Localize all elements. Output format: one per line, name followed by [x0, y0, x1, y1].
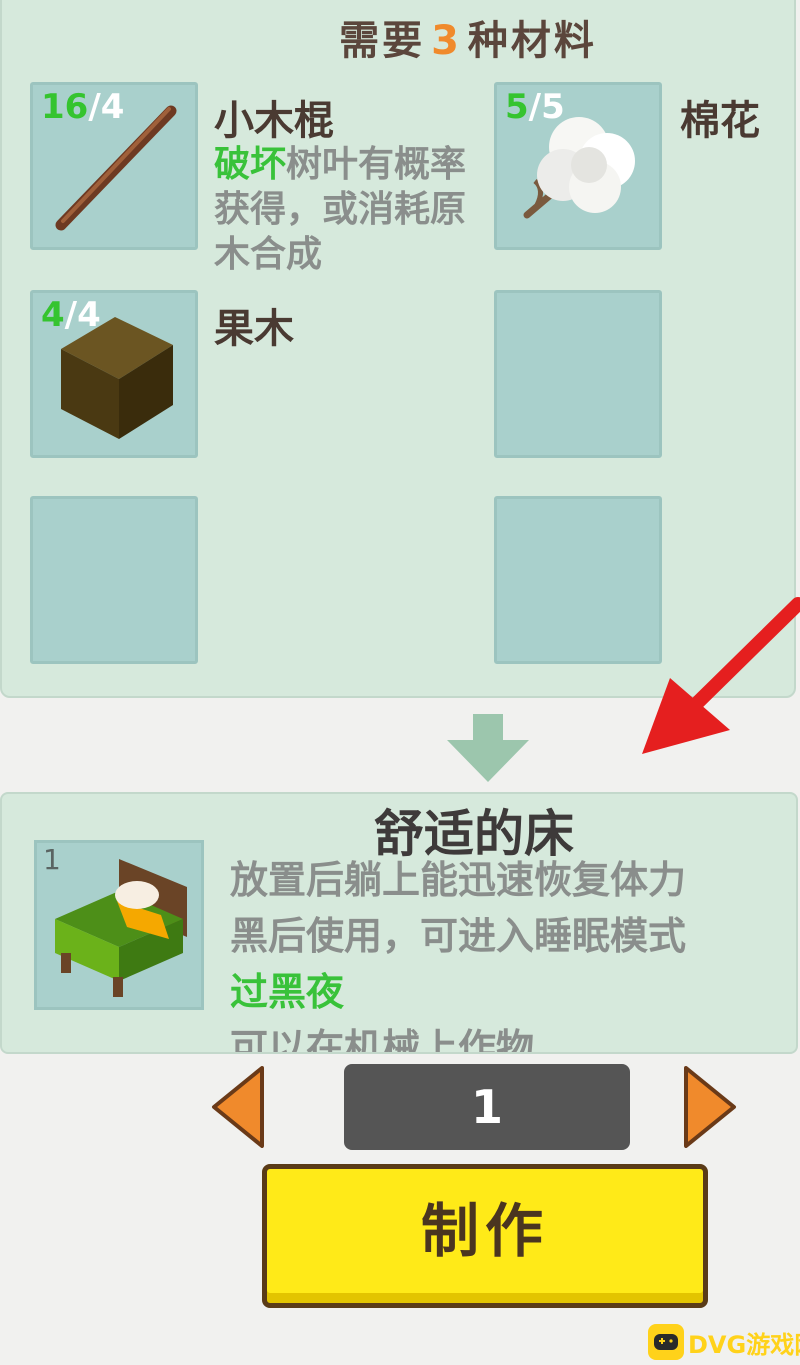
material-slot-stick[interactable]: 16/4: [30, 82, 198, 250]
quantity-increase-button[interactable]: [682, 1066, 738, 1148]
quantity-display[interactable]: 1: [344, 1064, 630, 1150]
material-slot-cotton[interactable]: 5/5: [494, 82, 662, 250]
result-count: 1: [43, 843, 61, 876]
material-description-stick: 破坏树叶有概率获得，或消耗原木合成: [214, 144, 467, 275]
requirement-suffix: 种材料: [467, 18, 597, 64]
empty-material-slot: [494, 290, 662, 458]
result-panel: 舒适的床 1 放置后躺上能迅速恢复体力 黑后使用，可进入睡眠模式 过黑夜 可以在…: [0, 792, 798, 1054]
material-count: 4/4: [41, 295, 101, 335]
requirement-count: 3: [431, 18, 462, 64]
material-name-cotton: 棉花: [680, 98, 760, 144]
annotation-arrow-icon: [642, 597, 800, 754]
watermark-logo: DVG游戏网: [648, 1324, 800, 1360]
gamepad-icon: [648, 1324, 684, 1360]
result-description: 放置后躺上能迅速恢复体力 黑后使用，可进入睡眠模式 过黑夜 可以在机械上作物: [230, 858, 687, 1054]
material-slot-wood[interactable]: 4/4: [30, 290, 198, 458]
make-button[interactable]: 制作: [262, 1164, 708, 1308]
result-slot[interactable]: 1: [34, 840, 204, 1010]
arrow-down-icon: [447, 714, 529, 782]
material-name-stick: 小木棍: [214, 98, 334, 144]
bed-icon: [55, 859, 187, 997]
material-count: 16/4: [41, 87, 125, 127]
quantity-decrease-button[interactable]: [210, 1066, 266, 1148]
requirement-title: 需要 3 种材料: [0, 8, 800, 66]
material-name-wood: 果木: [214, 306, 294, 352]
watermark-text: DVG游戏网: [688, 1330, 800, 1359]
material-count: 5/5: [505, 87, 565, 127]
requirement-prefix: 需要: [339, 18, 426, 64]
empty-material-slot: [30, 496, 198, 664]
